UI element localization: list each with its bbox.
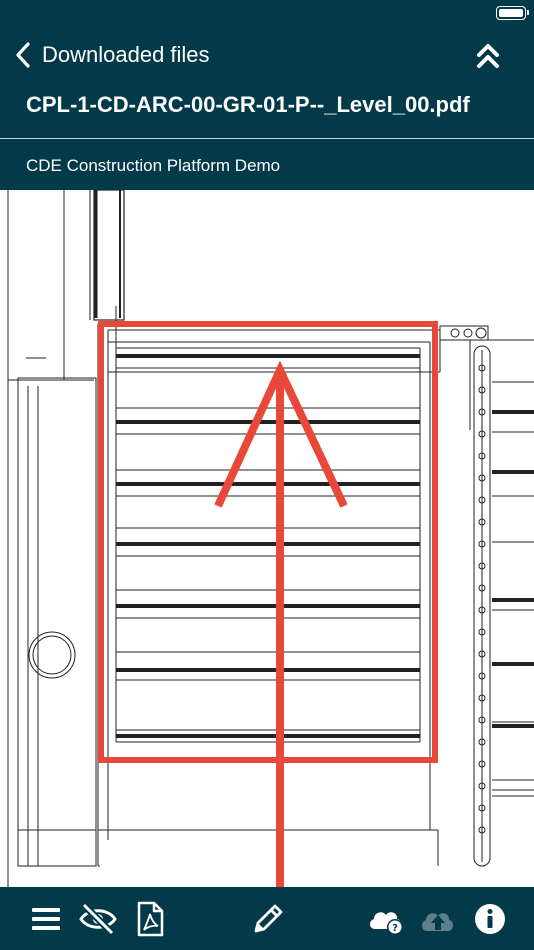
annotate-button[interactable] [250,901,286,937]
collapse-header-button[interactable] [472,40,504,72]
header-divider [0,138,534,139]
floor-plan-drawing [7,190,534,887]
toggle-visibility-button[interactable] [78,901,117,937]
upload-button[interactable] [418,901,458,937]
cloud-status-button[interactable]: ? [366,901,406,937]
info-icon [475,904,505,934]
file-title: CPL-1-CD-ARC-00-GR-01-P--_Level_00.pdf [26,92,470,117]
cloud-upload-icon [421,913,454,931]
back-button[interactable]: Downloaded files [12,38,210,72]
info-button[interactable] [472,901,508,937]
pdf-button[interactable] [132,901,168,937]
bottom-toolbar: ? [0,887,534,950]
hamburger-menu-icon [32,908,60,930]
back-label: Downloaded files [42,42,210,67]
project-name: CDE Construction Platform Demo [26,156,281,175]
app-header: Downloaded files CPL-1-CD-ARC-00-GR-01-P… [0,0,534,190]
cloud-question-icon: ? [369,912,403,935]
chevron-left-icon [16,42,30,68]
pdf-drawing-viewer[interactable] [0,190,534,887]
pdf-file-icon [137,901,164,937]
double-chevron-up-icon [477,44,499,68]
eye-off-icon [79,902,117,936]
pencil-icon [254,904,283,933]
menu-button[interactable] [28,901,64,937]
nav-bar: Downloaded files [0,30,534,80]
battery-icon [496,6,529,20]
svg-text:?: ? [392,923,398,934]
